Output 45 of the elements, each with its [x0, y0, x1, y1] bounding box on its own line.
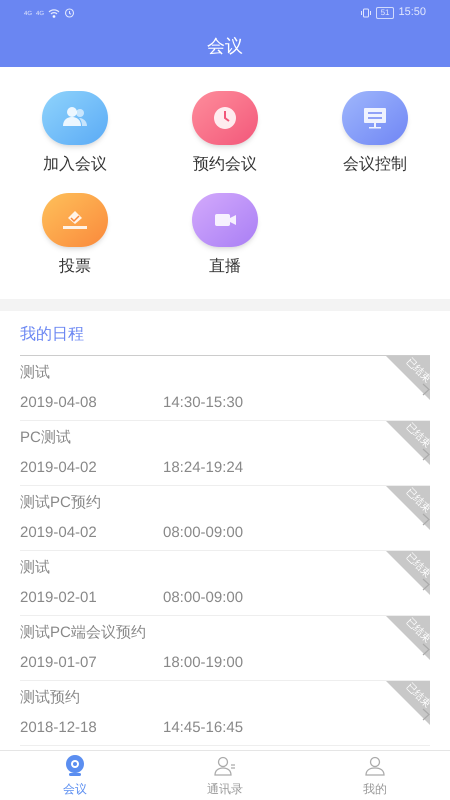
meeting-date: 2019-02-01	[20, 588, 98, 608]
meeting-title: 测试	[20, 362, 50, 382]
webcam-icon	[63, 754, 87, 778]
meeting-title: 测试PC预约	[20, 492, 101, 512]
monitor-icon	[342, 91, 408, 145]
meeting-date: 2019-04-02	[20, 458, 98, 478]
chevron-right-icon	[422, 448, 430, 461]
video-camera-icon	[192, 193, 258, 247]
feature-button[interactable]: 直播	[150, 193, 300, 279]
feature-button[interactable]: 投票	[0, 193, 150, 279]
tab-item[interactable]: 会议	[0, 751, 150, 800]
page-title: 会议	[206, 34, 244, 58]
meeting-time: 18:24-19:24	[163, 458, 244, 478]
meeting-time: 08:00-09:00	[163, 523, 244, 543]
meeting-time: 18:00-19:00	[163, 653, 244, 673]
meeting-time: 08:00-09:00	[163, 588, 244, 608]
meeting-time: 14:30-15:30	[163, 393, 244, 413]
chevron-right-icon	[422, 643, 430, 656]
feature-button[interactable]: 预约会议	[150, 91, 300, 177]
clock-icon	[192, 91, 258, 145]
alarm-icon	[64, 7, 76, 18]
meeting-time: 14:45-16:45	[163, 718, 244, 738]
battery-indicator: 51	[376, 6, 394, 18]
meeting-title: 测试	[20, 558, 50, 578]
ballot-icon	[42, 193, 108, 247]
tab-item[interactable]: 我的	[300, 751, 450, 800]
meeting-title: PC测试	[20, 428, 71, 448]
chevron-right-icon	[422, 383, 430, 396]
meeting-date: 2018-12-18	[20, 718, 98, 738]
meeting-title: 测试PC端会议预约	[20, 622, 146, 642]
meeting-date: 2019-01-07	[20, 653, 98, 673]
section-heading: 我的日程	[20, 323, 430, 356]
chevron-right-icon	[422, 578, 430, 591]
vibrate-icon	[360, 8, 372, 18]
wifi-icon	[48, 8, 60, 18]
status-time: 15:50	[398, 5, 426, 20]
people-icon	[42, 91, 108, 145]
tab-item[interactable]: 通讯录	[150, 751, 300, 800]
meeting-date: 2019-04-02	[20, 523, 98, 543]
meeting-title: 测试预约	[20, 688, 80, 708]
feature-button[interactable]: 加入会议	[0, 91, 150, 177]
chevron-right-icon	[422, 708, 430, 721]
meeting-date: 2019-04-08	[20, 393, 98, 413]
feature-button[interactable]: 会议控制	[300, 91, 450, 177]
chevron-right-icon	[422, 513, 430, 526]
